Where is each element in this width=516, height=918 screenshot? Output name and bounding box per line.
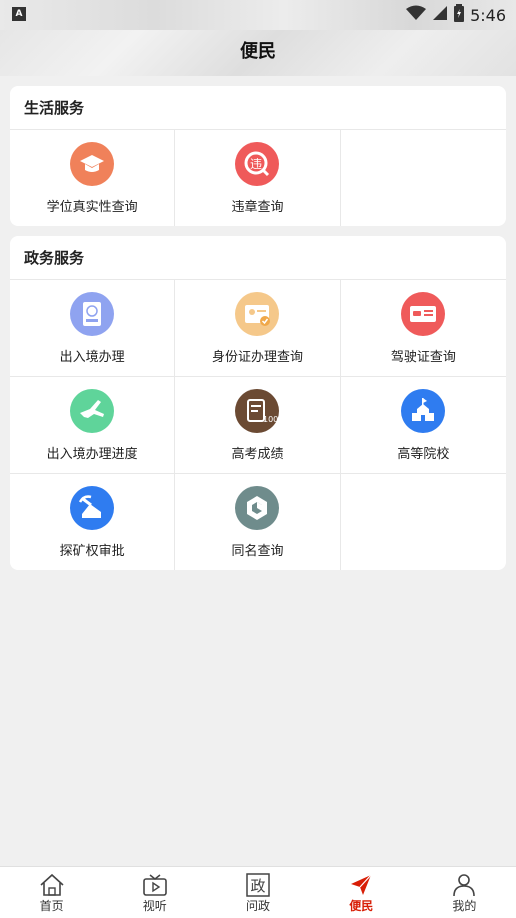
service-label: 同名查询 (231, 544, 284, 559)
service-label: 身份证办理查询 (211, 350, 303, 365)
life-services-title: 生活服务 (10, 86, 506, 130)
page-title: 便民 (240, 41, 276, 62)
violation-search-icon: 违 (235, 142, 280, 186)
life-services-card: 生活服务 学位真实性查询 违 违章查询 (10, 86, 506, 226)
user-icon (451, 873, 477, 897)
service-id-card[interactable]: 身份证办理查询 (175, 280, 341, 377)
service-label: 高考成绩 (231, 447, 284, 462)
send-icon (348, 873, 374, 897)
same-name-icon (235, 486, 280, 530)
exam-score-icon: 100 (235, 389, 280, 433)
service-same-name-query[interactable]: 同名查询 (175, 474, 341, 570)
service-label: 违章查询 (231, 200, 284, 215)
service-exit-entry[interactable]: 出入境办理 (10, 280, 176, 377)
id-card-icon (235, 292, 280, 336)
life-services-grid: 学位真实性查询 违 违章查询 (10, 130, 506, 226)
service-university[interactable]: 高等院校 (340, 377, 506, 474)
tab-label: 便民 (349, 899, 374, 913)
tab-inquiry[interactable]: 政 问政 (206, 867, 309, 918)
passport-icon (70, 292, 115, 336)
service-label: 驾驶证查询 (390, 350, 456, 365)
tab-home[interactable]: 首页 (0, 867, 103, 918)
zheng-glyph: 政 (250, 877, 265, 895)
gov-services-title: 政务服务 (10, 236, 506, 280)
status-indicators: 5:46 (406, 3, 506, 27)
signal-icon (432, 5, 448, 25)
svg-text:100: 100 (263, 415, 278, 424)
empty-cell (341, 474, 506, 570)
wifi-icon (406, 5, 427, 25)
app-notification-icon: A (12, 7, 26, 21)
page-header: 便民 (0, 30, 516, 76)
service-degree-verification[interactable]: 学位真实性查询 (10, 130, 176, 226)
home-icon (39, 873, 65, 897)
tab-label: 我的 (452, 899, 477, 913)
service-label: 探矿权审批 (59, 544, 125, 559)
tv-icon (142, 873, 168, 897)
service-label: 出入境办理 (59, 350, 125, 365)
service-exit-entry-progress[interactable]: 出入境办理进度 (10, 377, 176, 474)
tab-label: 首页 (39, 899, 64, 913)
service-driver-license[interactable]: 驾驶证查询 (340, 280, 506, 377)
tab-mine[interactable]: 我的 (413, 867, 516, 918)
graduation-cap-icon (70, 142, 115, 186)
service-label: 出入境办理进度 (46, 447, 138, 462)
svg-text:违: 违 (250, 157, 262, 171)
gov-services-grid: 出入境办理 身份证办理查询 驾驶证查询 出入境办理进度 100 高考成绩 高等院… (10, 280, 506, 570)
service-mining-approval[interactable]: 探矿权审批 (10, 474, 176, 570)
status-bar: A 5:46 (0, 0, 516, 30)
service-exam-score[interactable]: 100 高考成绩 (175, 377, 341, 474)
tab-label: 问政 (246, 899, 271, 913)
tab-convenience[interactable]: 便民 (310, 867, 413, 918)
service-label: 学位真实性查询 (46, 200, 138, 215)
airplane-icon (70, 389, 115, 433)
gov-services-card: 政务服务 出入境办理 身份证办理查询 驾驶证查询 出入境办理进度 100 高考成… (10, 236, 506, 570)
tab-label: 视听 (142, 899, 167, 913)
service-label: 高等院校 (397, 447, 450, 462)
service-violation-query[interactable]: 违 违章查询 (175, 130, 341, 226)
battery-icon (454, 4, 465, 26)
university-icon (401, 389, 446, 433)
bottom-tab-bar: 首页 视听 政 问政 便民 我的 (0, 866, 516, 918)
empty-cell (341, 130, 506, 226)
driver-license-icon (401, 292, 446, 336)
mining-icon (70, 486, 115, 530)
tab-audiovisual[interactable]: 视听 (103, 867, 206, 918)
zheng-icon: 政 (245, 873, 271, 897)
status-time: 5:46 (470, 5, 506, 25)
